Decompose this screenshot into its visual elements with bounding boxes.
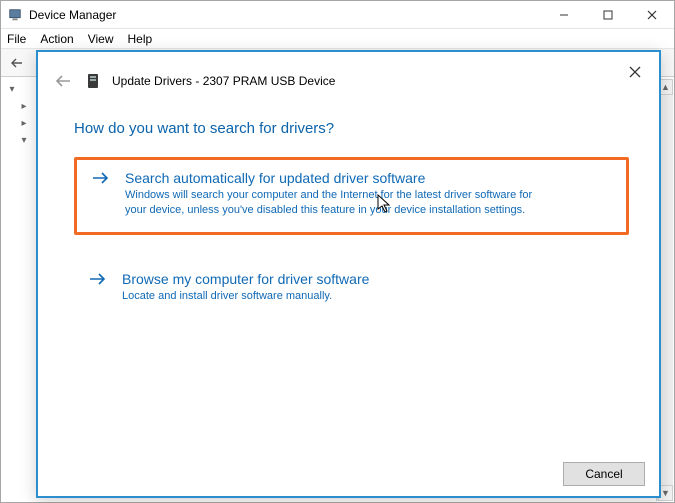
option-search-automatically[interactable]: Search automatically for updated driver … bbox=[74, 157, 629, 235]
expand-icon[interactable] bbox=[6, 84, 18, 95]
options-list: Search automatically for updated driver … bbox=[38, 147, 659, 318]
back-button[interactable] bbox=[5, 52, 29, 74]
menu-help[interactable]: Help bbox=[128, 32, 153, 46]
expand-icon[interactable] bbox=[18, 118, 30, 129]
cancel-button[interactable]: Cancel bbox=[563, 462, 645, 486]
device-manager-icon bbox=[7, 7, 23, 23]
menu-view[interactable]: View bbox=[88, 32, 114, 46]
menu-action[interactable]: Action bbox=[40, 32, 73, 46]
menu-file[interactable]: File bbox=[7, 32, 26, 46]
dialog-close-button[interactable] bbox=[617, 58, 653, 86]
option-description: Windows will search your computer and th… bbox=[125, 188, 555, 218]
window-controls bbox=[542, 1, 674, 29]
dialog-header: Update Drivers - 2307 PRAM USB Device bbox=[38, 52, 659, 98]
dialog-question: How do you want to search for drivers? bbox=[38, 98, 659, 147]
option-description: Locate and install driver software manua… bbox=[122, 289, 369, 304]
option-text: Search automatically for updated driver … bbox=[125, 170, 555, 218]
update-drivers-dialog: Update Drivers - 2307 PRAM USB Device Ho… bbox=[36, 50, 661, 498]
dialog-back-button[interactable] bbox=[52, 70, 74, 92]
device-manager-title: Device Manager bbox=[29, 8, 116, 22]
option-browse-computer[interactable]: Browse my computer for driver software L… bbox=[74, 261, 629, 318]
expand-icon[interactable] bbox=[18, 101, 30, 112]
arrow-right-icon bbox=[88, 271, 108, 291]
close-button[interactable] bbox=[630, 1, 674, 29]
option-title: Search automatically for updated driver … bbox=[125, 170, 555, 186]
dialog-footer: Cancel bbox=[563, 462, 645, 486]
arrow-right-icon bbox=[91, 170, 111, 190]
menubar: File Action View Help bbox=[1, 29, 674, 49]
device-manager-titlebar: Device Manager bbox=[1, 1, 674, 29]
option-text: Browse my computer for driver software L… bbox=[122, 271, 369, 304]
device-icon bbox=[84, 72, 102, 90]
option-title: Browse my computer for driver software bbox=[122, 271, 369, 287]
expand-icon[interactable] bbox=[18, 135, 30, 146]
dialog-title: Update Drivers - 2307 PRAM USB Device bbox=[112, 74, 335, 88]
minimize-button[interactable] bbox=[542, 1, 586, 29]
maximize-button[interactable] bbox=[586, 1, 630, 29]
